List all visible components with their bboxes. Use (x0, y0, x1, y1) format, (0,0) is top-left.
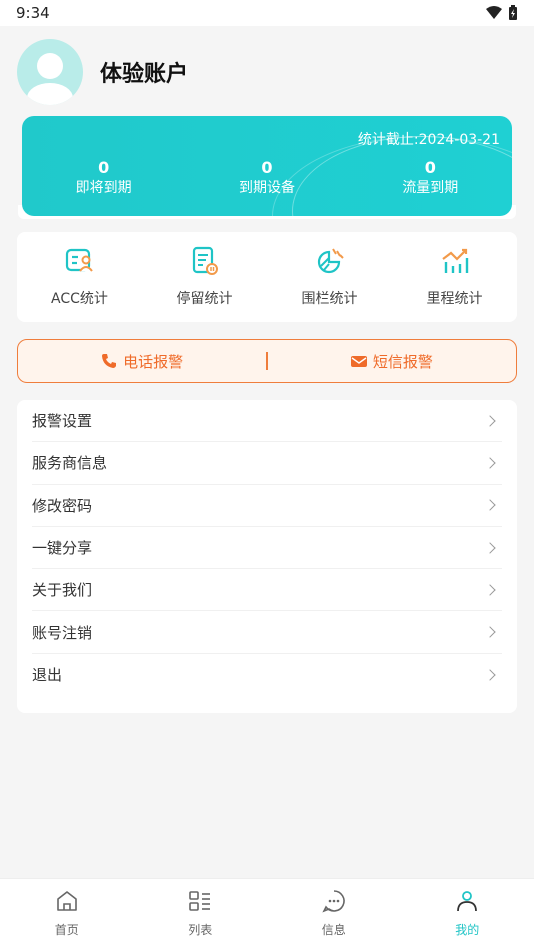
tab-label: 列表 (188, 923, 213, 937)
menu-label: 一键分享 (32, 539, 93, 558)
tab-profile[interactable]: 我的 (401, 879, 534, 950)
stat-value: 0 (261, 158, 273, 177)
tab-messages[interactable]: 信息 (267, 879, 401, 950)
tab-label: 我的 (455, 923, 480, 937)
stat-value: 0 (424, 158, 436, 177)
shortcut-label: 围栏统计 (301, 291, 358, 307)
mileage-stats-icon (441, 248, 468, 273)
shortcut-mileage-stats[interactable]: 里程统计 (392, 232, 517, 322)
chevron-right-icon (484, 541, 496, 554)
stat-label: 流量到期 (402, 180, 459, 196)
shortcut-acc-stats[interactable]: ACC统计 (17, 232, 142, 322)
message-icon (322, 890, 345, 913)
stat-traffic-expired[interactable]: 0 流量到期 (349, 158, 512, 198)
fence-stats-icon (317, 248, 344, 274)
sms-alarm-button[interactable]: 短信报警 (268, 351, 516, 372)
tab-list[interactable]: 列表 (134, 879, 268, 950)
acc-stats-icon (65, 248, 93, 272)
stat-label: 即将到期 (75, 180, 132, 196)
stat-expired-devices[interactable]: 0 到期设备 (185, 158, 348, 198)
menu-label: 关于我们 (32, 581, 93, 600)
phone-alarm-button[interactable]: 电话报警 (18, 351, 266, 372)
menu-logout[interactable]: 退出 (32, 654, 502, 696)
sms-alarm-label: 短信报警 (372, 352, 433, 371)
battery-icon (509, 5, 517, 20)
tab-label: 首页 (54, 923, 79, 937)
settings-menu: 报警设置 服务商信息 修改密码 一键分享 关于我们 账号注销 退出 (17, 400, 517, 713)
menu-alarm-settings[interactable]: 报警设置 (32, 400, 502, 443)
phone-icon (102, 354, 117, 368)
stats-card: 统计截止:2024-03-21 0 即将到期 0 到期设备 0 流量到期 (22, 116, 512, 216)
sms-icon (350, 356, 367, 367)
list-icon (189, 891, 211, 911)
shortcut-label: 停留统计 (176, 291, 233, 307)
menu-label: 报警设置 (32, 412, 93, 431)
status-time: 9:34 (16, 4, 50, 22)
status-icons (486, 5, 518, 21)
chevron-right-icon (484, 669, 496, 681)
shortcut-grid: ACC统计 停留统计 围栏统计 里程统计 (17, 232, 517, 322)
avatar[interactable] (17, 39, 83, 105)
menu-label: 退出 (32, 666, 63, 685)
menu-change-password[interactable]: 修改密码 (32, 485, 502, 527)
menu-one-click-share[interactable]: 一键分享 (32, 527, 502, 570)
menu-provider-info[interactable]: 服务商信息 (32, 442, 502, 485)
stat-value: 0 (98, 158, 110, 177)
stat-expiring-soon[interactable]: 0 即将到期 (22, 158, 185, 198)
bottom-tab-bar: 首页 列表 信息 我的 (0, 878, 534, 950)
tab-label: 信息 (321, 923, 346, 937)
menu-label: 服务商信息 (32, 454, 108, 473)
shortcut-label: ACC统计 (51, 291, 108, 307)
tab-home[interactable]: 首页 (0, 879, 134, 950)
phone-alarm-label: 电话报警 (123, 352, 184, 371)
chevron-right-icon (484, 414, 496, 427)
chevron-right-icon (484, 499, 496, 511)
profile-header: 体验账户 (0, 26, 534, 118)
menu-delete-account[interactable]: 账号注销 (32, 611, 502, 654)
status-bar: 9:34 (0, 0, 534, 26)
menu-label: 修改密码 (32, 496, 93, 515)
profile-icon (457, 891, 478, 912)
shortcut-fence-stats[interactable]: 围栏统计 (267, 232, 392, 322)
wifi-icon (486, 6, 502, 19)
chevron-right-icon (484, 626, 496, 638)
menu-about-us[interactable]: 关于我们 (32, 569, 502, 612)
home-icon (56, 891, 77, 911)
username: 体验账户 (100, 62, 189, 87)
shortcut-label: 里程统计 (426, 291, 483, 307)
alarm-bar: 电话报警 短信报警 (17, 339, 517, 383)
chevron-right-icon (484, 584, 496, 596)
stay-stats-icon (192, 246, 218, 275)
shortcut-stay-stats[interactable]: 停留统计 (142, 232, 267, 322)
stat-label: 到期设备 (238, 180, 295, 196)
menu-label: 账号注销 (32, 623, 93, 642)
chevron-right-icon (484, 457, 496, 469)
stats-date: 统计截止:2024-03-21 (357, 132, 500, 148)
